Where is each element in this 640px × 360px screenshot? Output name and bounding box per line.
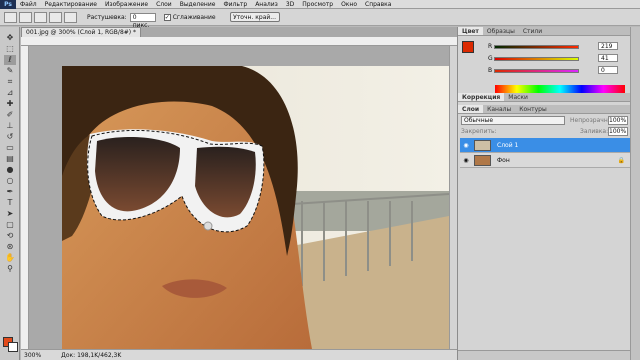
lasso-tool-icon[interactable]: ℓ — [4, 55, 16, 65]
menu-analysis[interactable]: Анализ — [251, 0, 282, 9]
move-tool-icon[interactable]: ✥ — [4, 33, 16, 43]
3d-camera-tool-icon[interactable]: ⊛ — [4, 242, 16, 252]
tab-color[interactable]: Цвет — [458, 27, 483, 35]
color-panel-tabs: Цвет Образцы Стили — [458, 27, 640, 36]
shape-tool-icon[interactable]: ▢ — [4, 220, 16, 230]
gradient-tool-icon[interactable]: ▤ — [4, 154, 16, 164]
color-spectrum-bar[interactable] — [495, 85, 625, 93]
history-brush-icon[interactable]: ↺ — [4, 132, 16, 142]
options-bar: Растушевка: 0 пикс. ✓ Сглаживание Уточн.… — [0, 9, 640, 29]
menu-bar: Ps Файл Редактирование Изображение Слои … — [0, 0, 640, 9]
quick-select-tool-icon[interactable]: ✎ — [4, 66, 16, 76]
path-select-tool-icon[interactable]: ➤ — [4, 209, 16, 219]
type-tool-icon[interactable]: T — [4, 198, 16, 208]
pen-tool-icon[interactable]: ✒ — [4, 187, 16, 197]
feather-label: Растушевка: — [87, 13, 127, 21]
tab-adjustments[interactable]: Коррекция — [458, 93, 505, 101]
lock-icon: 🔒 — [617, 156, 625, 164]
stamp-tool-icon[interactable]: ⊥ — [4, 121, 16, 131]
tab-layers[interactable]: Слои — [458, 105, 484, 113]
layer-row-1[interactable]: ◉ Слой 1 — [460, 138, 631, 153]
layer-thumbnail — [474, 154, 491, 166]
dodge-tool-icon[interactable]: ○ — [4, 176, 16, 186]
collapsed-panel-strip — [630, 27, 640, 360]
layer-row-background[interactable]: ◉ Фон 🔒 — [460, 153, 631, 168]
visibility-eye-icon[interactable]: ◉ — [462, 142, 470, 149]
lasso-tool-preset[interactable] — [4, 11, 17, 23]
doc-info: Док: 198,1K/462,3K — [61, 351, 122, 359]
hand-tool-icon[interactable]: ✋ — [4, 253, 16, 263]
opacity-input[interactable]: 100% — [608, 116, 628, 125]
vertical-ruler — [21, 46, 29, 349]
crop-tool-icon[interactable]: ⌗ — [4, 77, 16, 87]
b-label: B — [488, 67, 493, 74]
r-label: R — [488, 43, 493, 50]
antialias-label: Сглаживание — [172, 13, 216, 21]
blend-mode-select[interactable]: Обычные — [461, 116, 565, 125]
menu-select[interactable]: Выделение — [176, 0, 220, 9]
b-value[interactable]: 0 — [598, 66, 618, 74]
zoom-tool-icon[interactable]: ⚲ — [4, 264, 16, 274]
layers-panel-footer — [458, 350, 640, 360]
menu-window[interactable]: Окно — [337, 0, 361, 9]
layers-panel-tabs: Слои Каналы Контуры — [458, 105, 631, 114]
g-value[interactable]: 41 — [598, 54, 618, 62]
fill-input[interactable]: 100% — [608, 127, 628, 136]
menu-view[interactable]: Просмотр — [298, 0, 337, 9]
feather-input[interactable]: 0 пикс. — [129, 12, 156, 29]
menu-3d[interactable]: 3D — [282, 0, 298, 9]
adjustments-panel-tabs: Коррекция Маски — [458, 93, 631, 102]
background-color-swatch[interactable] — [8, 342, 18, 352]
refine-edge-button[interactable]: Уточн. край... — [229, 12, 280, 22]
tab-styles[interactable]: Стили — [519, 27, 546, 35]
new-selection-mode[interactable] — [19, 11, 32, 23]
r-slider[interactable] — [494, 45, 579, 49]
menu-file[interactable]: Файл — [16, 0, 41, 9]
eraser-tool-icon[interactable]: ▭ — [4, 143, 16, 153]
intersect-selection-mode[interactable] — [64, 11, 77, 23]
photo-woman-sunglasses — [62, 66, 449, 349]
tab-masks[interactable]: Маски — [504, 93, 532, 101]
g-label: G — [488, 55, 493, 62]
menu-layers[interactable]: Слои — [152, 0, 176, 9]
tools-panel: ✥ ⬚ ℓ ✎ ⌗ ⊿ ✚ ✐ ⊥ ↺ ▭ ▤ ● ○ ✒ T ➤ ▢ ⟲ ⊛ … — [0, 27, 20, 360]
menu-image[interactable]: Изображение — [101, 0, 152, 9]
image-canvas[interactable] — [62, 66, 449, 349]
layer-name[interactable]: Слой 1 — [497, 142, 518, 149]
eyedropper-tool-icon[interactable]: ⊿ — [4, 88, 16, 98]
b-slider[interactable] — [494, 69, 579, 73]
menu-edit[interactable]: Редактирование — [41, 0, 101, 9]
r-value[interactable]: 219 — [598, 42, 618, 50]
blur-tool-icon[interactable]: ● — [4, 165, 16, 175]
marquee-tool-icon[interactable]: ⬚ — [4, 44, 16, 54]
brush-tool-icon[interactable]: ✐ — [4, 110, 16, 120]
horizontal-ruler — [21, 37, 457, 46]
tab-swatches[interactable]: Образцы — [483, 27, 519, 35]
color-panel-fg-swatch[interactable] — [462, 41, 474, 53]
layer-name[interactable]: Фон — [497, 157, 510, 164]
fill-label: Заливка: — [580, 128, 609, 135]
tab-paths[interactable]: Контуры — [515, 105, 550, 113]
document-tab[interactable]: 001.jpg @ 300% (Слой 1, RGB/8#) * — [21, 27, 142, 37]
healing-tool-icon[interactable]: ✚ — [4, 99, 16, 109]
tab-channels[interactable]: Каналы — [483, 105, 515, 113]
menu-filter[interactable]: Фильтр — [219, 0, 251, 9]
add-selection-mode[interactable] — [34, 11, 47, 23]
status-bar: 300% Док: 198,1K/462,3K — [21, 349, 457, 360]
layer-thumbnail — [474, 139, 491, 151]
visibility-eye-icon[interactable]: ◉ — [462, 157, 470, 164]
photoshop-logo: Ps — [0, 0, 16, 9]
antialias-checkbox[interactable]: ✓ — [163, 13, 171, 21]
menu-help[interactable]: Справка — [361, 0, 395, 9]
zoom-level[interactable]: 300% — [24, 352, 41, 359]
right-panels: Цвет Образцы Стили R 219 G 41 B 0 Коррек… — [457, 27, 640, 360]
lock-label: Закрепить: — [461, 128, 497, 135]
subtract-selection-mode[interactable] — [49, 11, 62, 23]
vertical-scrollbar[interactable] — [449, 46, 457, 349]
3d-rotate-tool-icon[interactable]: ⟲ — [4, 231, 16, 241]
g-slider[interactable] — [494, 57, 579, 61]
